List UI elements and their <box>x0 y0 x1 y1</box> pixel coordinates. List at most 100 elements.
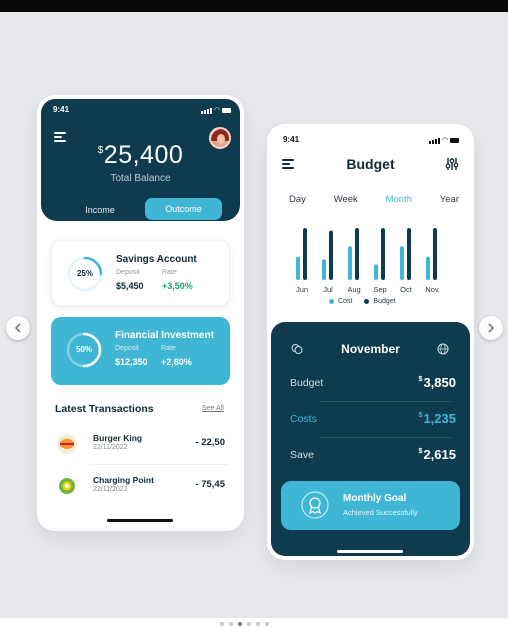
x-tick-label: Oct <box>400 285 413 294</box>
row-save-value: $2,615 <box>418 447 456 462</box>
savings-rate-label: Rate <box>162 269 177 276</box>
x-tick-label: Sep <box>373 285 386 294</box>
savings-percent: 25% <box>76 269 93 278</box>
cost-bar-nov <box>426 256 430 280</box>
budget-bar-jun <box>303 228 307 280</box>
row-budget-value: $3,850 <box>418 375 456 390</box>
signal-icon <box>201 107 212 114</box>
investment-rate-value: +2,80% <box>161 357 192 367</box>
battery-icon <box>450 138 460 143</box>
tab-income[interactable]: Income <box>71 201 129 219</box>
carousel-dot-active[interactable] <box>238 622 242 626</box>
budget-bar-sep <box>381 228 385 280</box>
budget-bar-oct <box>407 228 411 280</box>
monthly-goal-title: Monthly Goal <box>343 493 407 504</box>
budget-bar-nov <box>433 228 437 280</box>
savings-rate-value: +3,50% <box>162 281 193 291</box>
investment-title: Financial Investment <box>115 330 214 341</box>
see-all-link[interactable]: See All <box>202 405 224 412</box>
row-budget-label: Budget <box>290 377 324 389</box>
tab-day[interactable]: Day <box>289 194 306 205</box>
investment-deposit-label: Deposit <box>115 345 139 352</box>
budget-bar-aug <box>355 228 359 280</box>
status-time: 9:41 <box>53 105 70 114</box>
battery-icon <box>222 108 232 113</box>
monthly-goal-card[interactable]: Monthly Goal Achieved Successfully <box>281 481 460 530</box>
signal-icon <box>429 137 440 144</box>
home-indicator <box>337 550 403 553</box>
cost-bar-jul <box>322 259 326 280</box>
phone-wallet-screen: 9:41 ◠ $25,400 Total Balance Income Outc… <box>37 95 244 531</box>
budget-bar-chart: Jun Jul Aug Sep Oct Nov <box>296 228 439 294</box>
x-tick-label: Aug <box>347 285 360 294</box>
wifi-icon: ◠ <box>442 137 449 144</box>
investment-percent: 50% <box>75 345 92 354</box>
monthly-goal-subtitle: Achieved Successfully <box>343 508 418 517</box>
bp-logo-icon <box>57 476 77 496</box>
investment-deposit-value: $12,350 <box>115 357 148 367</box>
transaction-date: 22/11/2022 <box>93 444 128 451</box>
carousel-dot[interactable] <box>265 622 269 626</box>
financial-investment-card[interactable]: 50% Financial Investment Deposit Rate $1… <box>51 317 230 385</box>
legend-cost: Cost <box>329 298 352 305</box>
total-balance-label: Total Balance <box>110 173 171 184</box>
wifi-icon: ◠ <box>214 107 221 114</box>
month-summary-panel: November Budget $3,850 Costs $1,235 Save… <box>271 322 470 556</box>
home-indicator <box>107 519 173 522</box>
balance-header: 9:41 ◠ $25,400 Total Balance Income Outc… <box>41 99 240 221</box>
savings-title: Savings Account <box>116 254 197 265</box>
carousel-dots <box>220 622 269 626</box>
budget-bar-jul <box>329 230 333 280</box>
latest-transactions-title: Latest Transactions <box>55 403 154 415</box>
status-icons: ◠ <box>201 107 232 114</box>
carousel-dot[interactable] <box>247 622 251 626</box>
row-divider <box>319 401 451 402</box>
x-tick-label: Nov <box>425 285 439 294</box>
tab-year[interactable]: Year <box>440 194 459 205</box>
carousel-dot[interactable] <box>256 622 260 626</box>
savings-account-card[interactable]: 25% Savings Account Deposit Rate $5,450 … <box>51 240 230 306</box>
tab-month[interactable]: Month <box>386 194 412 205</box>
page-title: Budget <box>346 156 395 172</box>
transaction-row[interactable]: Burger King 22/11/2022 - 22,50 <box>55 428 227 460</box>
phone-budget-screen: 9:41 ◠ Budget Day Week Month Year Jun Jul… <box>267 124 474 560</box>
status-icons: ◠ <box>429 137 460 144</box>
period-tabs: Day Week Month Year <box>289 194 459 205</box>
tab-week[interactable]: Week <box>334 194 358 205</box>
carousel-dot[interactable] <box>229 622 233 626</box>
transaction-name: Charging Point <box>93 475 154 485</box>
row-divider <box>319 437 451 438</box>
filter-settings-icon[interactable] <box>445 157 459 171</box>
transaction-name: Burger King <box>93 433 143 443</box>
row-costs-value: $1,235 <box>418 411 456 426</box>
x-tick-label: Jul <box>323 285 333 294</box>
row-save-label: Save <box>290 449 314 461</box>
globe-icon[interactable] <box>437 343 449 355</box>
cost-bar-oct <box>400 246 404 280</box>
transaction-amount: - 22,50 <box>195 437 225 448</box>
savings-deposit-label: Deposit <box>116 269 140 276</box>
transaction-row[interactable]: Charging Point 22/11/2022 - 75,45 <box>55 470 227 502</box>
chart-legend: Cost Budget <box>329 298 396 305</box>
chevron-right-icon <box>488 323 495 333</box>
status-time: 9:41 <box>283 135 300 144</box>
burger-king-logo-icon <box>57 434 77 454</box>
cost-bar-aug <box>348 246 352 280</box>
award-badge-icon <box>301 491 329 519</box>
investment-rate-label: Rate <box>161 345 176 352</box>
x-tick-label: Jun <box>296 285 308 294</box>
cost-bar-jun <box>296 256 300 280</box>
carousel-dot[interactable] <box>220 622 224 626</box>
transaction-date: 22/11/2022 <box>93 486 128 493</box>
legend-budget: Budget <box>364 298 396 305</box>
previous-arrow-button[interactable] <box>6 316 30 340</box>
tab-outcome[interactable]: Outcome <box>145 198 222 220</box>
total-balance-amount: $25,400 <box>97 141 184 169</box>
top-black-bar <box>0 0 508 12</box>
transaction-divider <box>89 464 227 465</box>
chevron-left-icon <box>14 323 21 333</box>
next-arrow-button[interactable] <box>479 316 503 340</box>
cost-bar-sep <box>374 264 378 280</box>
row-costs-label: Costs <box>290 413 317 425</box>
transaction-amount: - 75,45 <box>195 479 225 490</box>
